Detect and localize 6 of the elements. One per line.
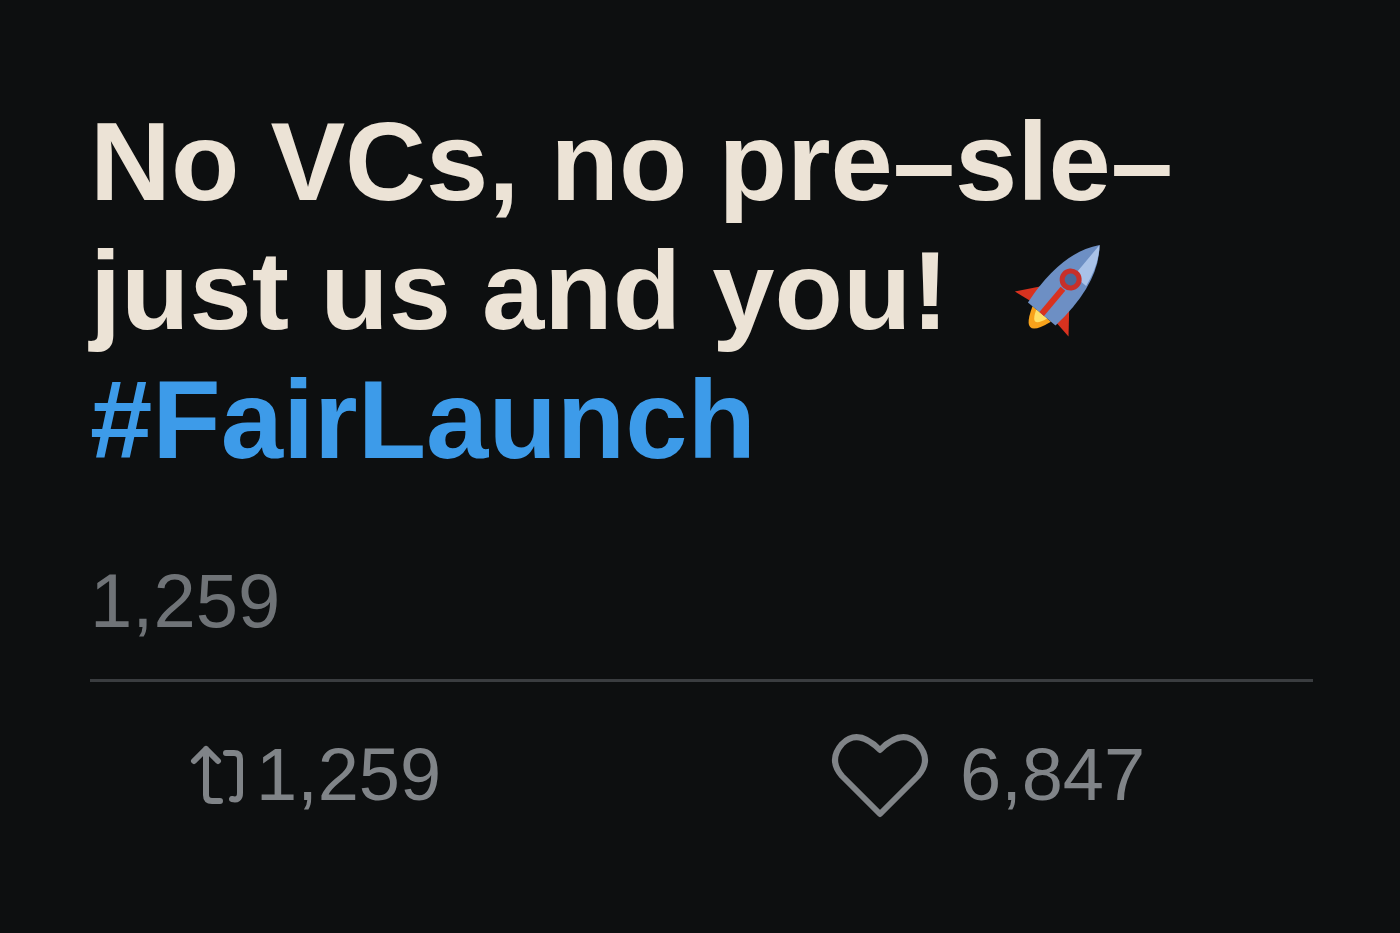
hashtag-link[interactable]: #FairLaunch [90,355,756,484]
view-count: 1,259 [90,558,281,644]
post-text-line: just us and you! [90,226,949,355]
post-text-line: No VCs, no pre–sle– [90,98,1174,226]
like-count: 6,847 [960,738,1146,813]
repost-count: 1,259 [256,738,442,813]
